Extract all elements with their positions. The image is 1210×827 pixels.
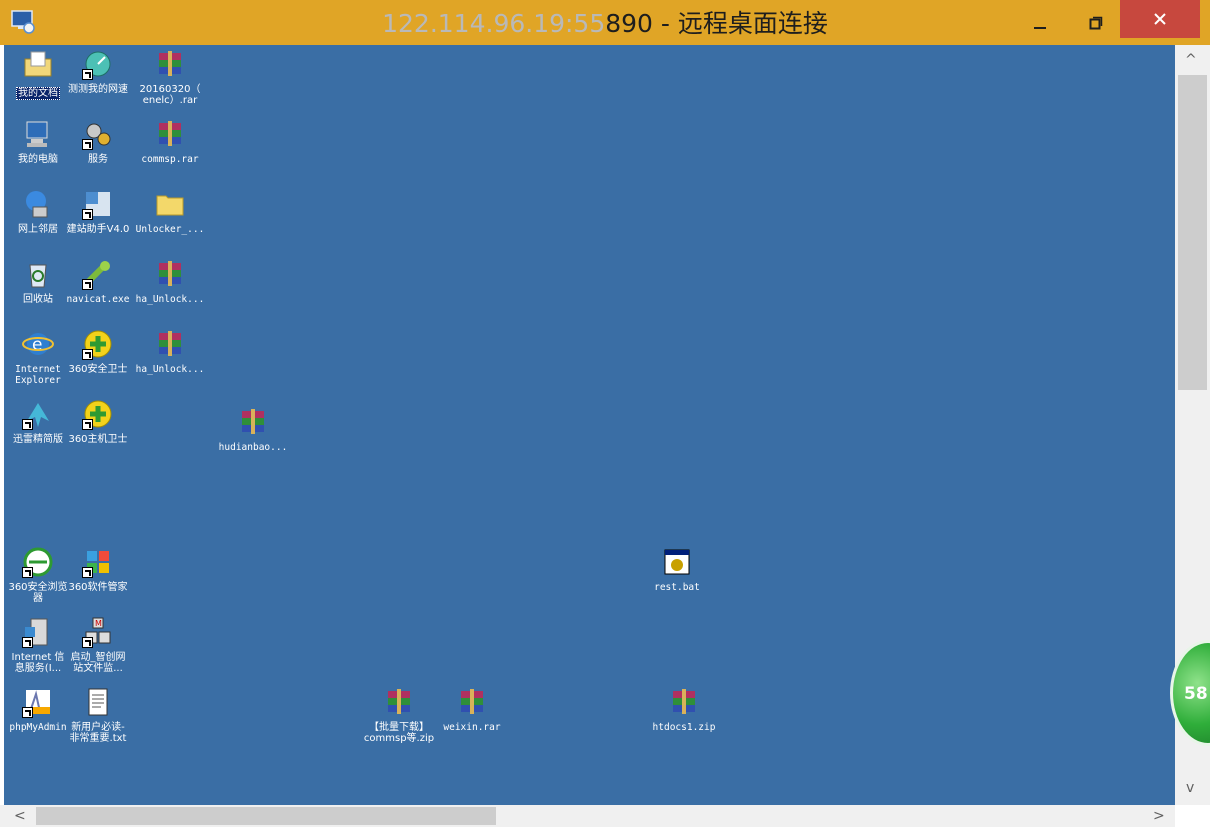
shortcut-arrow-icon <box>82 209 93 220</box>
close-button[interactable] <box>1120 0 1200 38</box>
winrar-archive-icon <box>153 257 187 291</box>
shortcut-arrow-icon <box>82 567 93 578</box>
winrar-archive-icon <box>455 685 489 719</box>
desktop-icon-label: 360安全卫士 <box>68 364 128 375</box>
title-bar: 122.114.96.19:55890 - 远程桌面连接 <box>0 0 1210 45</box>
desktop-icon[interactable]: 20160320（ enelc）.rar <box>134 47 206 106</box>
shortcut-arrow-icon <box>82 69 93 80</box>
360-host-guard-icon <box>81 397 115 431</box>
desktop-icon[interactable]: 360软件管家 <box>62 545 134 593</box>
horizontal-scroll-thumb[interactable] <box>36 807 496 825</box>
desktop-icon[interactable]: navicat.exe <box>62 257 134 305</box>
shortcut-arrow-icon <box>82 419 93 430</box>
desktop-icon-label: ha_Unlock... <box>135 294 205 305</box>
shortcut-arrow-icon <box>22 707 33 718</box>
desktop-icon-label: htdocs1.zip <box>652 722 716 733</box>
scroll-down-icon[interactable]: v <box>1186 780 1194 796</box>
desktop-icon[interactable]: htdocs1.zip <box>648 685 720 733</box>
thunder-icon <box>21 397 55 431</box>
desktop-icon-label: 20160320（ enelc）.rar <box>139 84 201 106</box>
desktop-icon[interactable]: 建站助手V4.0 <box>62 187 134 235</box>
restore-button[interactable] <box>1073 0 1119 45</box>
desktop-icon-label: navicat.exe <box>66 294 130 305</box>
minimize-icon <box>1034 26 1046 29</box>
desktop-icon[interactable]: commsp.rar <box>134 117 206 165</box>
desktop-icon-label: 服务 <box>88 154 108 165</box>
desktop-icon[interactable]: 【批量下载】 commsp等.zip <box>363 685 435 744</box>
minimize-button[interactable] <box>1017 0 1063 45</box>
my-documents-icon <box>21 47 55 81</box>
desktop-icon-label: Unlocker_... <box>135 224 205 235</box>
navicat-icon <box>81 257 115 291</box>
svg-text:M: M <box>95 619 102 628</box>
shortcut-arrow-icon <box>82 279 93 290</box>
desktop-icon[interactable]: weixin.rar <box>436 685 508 733</box>
shortcut-arrow-icon <box>22 419 33 430</box>
desktop-icon[interactable]: 360主机卫士 <box>62 397 134 445</box>
folder-icon <box>153 187 187 221</box>
desktop-icon-label: 360主机卫士 <box>68 434 128 445</box>
speed-test-icon <box>81 47 115 81</box>
desktop-icon[interactable]: 360安全卫士 <box>62 327 134 375</box>
desktop-icon[interactable]: Unlocker_... <box>134 187 206 235</box>
desktop-icon-label: rest.bat <box>654 582 700 593</box>
desktop-icon[interactable]: rest.bat <box>641 545 713 593</box>
winrar-archive-icon <box>153 117 187 151</box>
desktop-icon-label: 建站助手V4.0 <box>66 224 130 235</box>
360-browser-icon <box>21 545 55 579</box>
scroll-right-icon[interactable]: > <box>1153 808 1165 824</box>
360-safeguard-icon <box>81 327 115 361</box>
desktop-icon[interactable]: M 启动_智创网 站文件监... <box>62 615 134 674</box>
desktop-icon-label: 我的文档 <box>16 87 60 100</box>
vertical-scroll-thumb[interactable] <box>1178 75 1207 390</box>
desktop-icon-label: 360软件管家 <box>68 582 128 593</box>
desktop-icon-label: ha_Unlock... <box>135 364 205 375</box>
winrar-archive-icon <box>153 47 187 81</box>
shortcut-arrow-icon <box>82 349 93 360</box>
floating-ball-value: 58 <box>1184 684 1208 704</box>
desktop-icon-label: 新用户必读- 非常重要.txt <box>69 722 127 744</box>
shortcut-arrow-icon <box>22 567 33 578</box>
shortcut-arrow-icon <box>82 637 93 648</box>
winrar-archive-icon <box>236 405 270 439</box>
site-assistant-icon <box>81 187 115 221</box>
file-monitor-icon: M <box>81 615 115 649</box>
batch-file-icon <box>660 545 694 579</box>
restore-icon <box>1089 16 1103 29</box>
winrar-archive-icon <box>153 327 187 361</box>
desktop-icon[interactable]: ha_Unlock... <box>134 327 206 375</box>
desktop-icon[interactable]: hudianbao... <box>217 405 289 453</box>
desktop-icon-label: weixin.rar <box>443 722 501 733</box>
scroll-left-icon[interactable]: < <box>14 808 26 824</box>
desktop-icon[interactable]: 新用户必读- 非常重要.txt <box>62 685 134 744</box>
winrar-archive-icon <box>382 685 416 719</box>
shortcut-arrow-icon <box>22 637 33 648</box>
desktop-icon[interactable]: 服务 <box>62 117 134 165</box>
360-software-manager-icon <box>81 545 115 579</box>
desktop-icon[interactable]: 测测我的网速 <box>62 47 134 95</box>
winrar-archive-icon <box>667 685 701 719</box>
desktop-icon-label: 测测我的网速 <box>68 84 128 95</box>
remote-desktop[interactable]: 我的文档 测测我的网速 20160320（ enelc）.rar 我的电脑 服务 comm… <box>4 45 1175 805</box>
desktop-icon[interactable]: ha_Unlock... <box>134 257 206 305</box>
shortcut-arrow-icon <box>82 139 93 150</box>
desktop-icon-label: 【批量下载】 commsp等.zip <box>363 722 435 744</box>
scroll-up-icon[interactable]: ^ <box>1185 52 1197 68</box>
desktop-icon-label: 启动_智创网 站文件监... <box>70 652 126 674</box>
text-file-icon <box>81 685 115 719</box>
iis-icon <box>21 615 55 649</box>
services-icon <box>81 117 115 151</box>
recycle-bin-icon <box>21 257 55 291</box>
network-places-icon <box>21 187 55 221</box>
my-computer-icon <box>21 117 55 151</box>
internet-explorer-icon: e <box>21 327 55 361</box>
phpmyadmin-icon <box>21 685 55 719</box>
desktop-icon-label: hudianbao... <box>218 442 288 453</box>
window-title-suffix: 890 - 远程桌面连接 <box>605 9 828 38</box>
close-icon <box>1154 13 1166 25</box>
desktop-icon-label: commsp.rar <box>141 154 199 165</box>
window-title-masked-prefix: 122.114.96.19:55 <box>382 9 606 38</box>
